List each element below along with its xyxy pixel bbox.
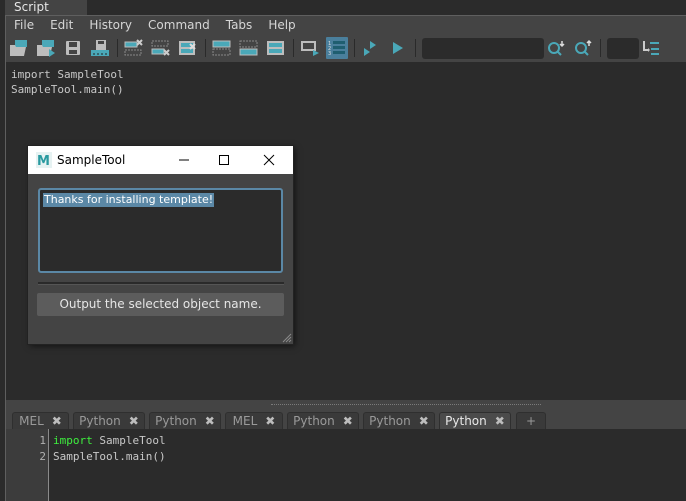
menu-edit[interactable]: Edit	[42, 16, 81, 34]
load-script-button[interactable]	[8, 37, 30, 59]
pane-splitter[interactable]	[6, 401, 686, 409]
menu-file[interactable]: File	[6, 16, 42, 34]
window-title-tab[interactable]: Script Editor	[5, 0, 87, 29]
dialog-title-bar[interactable]: M SampleTool	[28, 146, 293, 174]
maximize-button[interactable]	[204, 146, 244, 174]
line-numbers-button[interactable]: 123	[326, 37, 348, 59]
show-history-icon	[212, 40, 231, 56]
close-icon	[263, 154, 275, 166]
tab-label: MEL	[232, 414, 258, 428]
keyword-import: import	[53, 434, 93, 447]
script-tab[interactable]: Python ✖	[439, 412, 511, 429]
history-line: import SampleTool	[11, 68, 124, 81]
line-number: 1	[39, 434, 46, 447]
output-selected-button[interactable]: Output the selected object name.	[37, 293, 284, 316]
show-both-icon	[267, 41, 284, 55]
selected-text: Thanks for installing template!	[43, 193, 215, 207]
search-down-button[interactable]	[545, 37, 567, 59]
tab-label: Python	[293, 414, 335, 428]
folder-run-icon	[37, 40, 55, 57]
tab-close-icon[interactable]: ✖	[265, 414, 275, 428]
tab-close-icon[interactable]: ✖	[343, 414, 353, 428]
script-tab[interactable]: Python ✖	[287, 412, 359, 429]
code-text: SampleTool	[92, 434, 166, 447]
message-text-field[interactable]: Thanks for installing template!	[38, 188, 283, 273]
tab-close-icon[interactable]: ✖	[205, 414, 215, 428]
search-input[interactable]	[422, 38, 544, 59]
script-tab[interactable]: Python ✖	[149, 412, 221, 429]
show-input-button[interactable]	[238, 37, 260, 59]
execute-all-button[interactable]	[360, 37, 382, 59]
resize-grip-icon[interactable]	[281, 332, 292, 343]
show-history-button[interactable]	[211, 37, 233, 59]
clear-history-button[interactable]	[123, 37, 145, 59]
play-icon	[393, 42, 403, 54]
menu-command[interactable]: Command	[140, 16, 218, 34]
maximize-icon	[219, 155, 229, 165]
line-number: 2	[39, 450, 46, 463]
menu-help[interactable]: Help	[260, 16, 303, 34]
goto-line-icon	[643, 41, 659, 55]
dialog-title: SampleTool	[57, 153, 126, 167]
history-line: SampleTool.main()	[11, 83, 124, 96]
minimize-button[interactable]	[164, 146, 204, 174]
sampletool-dialog: M SampleTool Thanks for installing templ…	[28, 146, 293, 344]
execute-all-icon	[364, 41, 376, 56]
save-to-shelf-button[interactable]	[89, 37, 111, 59]
show-input-icon	[239, 40, 258, 56]
search-down-icon	[548, 41, 565, 56]
tab-label: MEL	[19, 414, 44, 428]
line-number-gutter: 1 2	[6, 429, 49, 501]
tab-close-icon[interactable]: ✖	[495, 414, 505, 428]
tab-close-icon[interactable]: ✖	[52, 414, 62, 428]
script-tab[interactable]: MEL ✖	[225, 412, 283, 429]
menu-history[interactable]: History	[81, 16, 140, 34]
history-output-text: import SampleTool SampleTool.main()	[11, 67, 124, 97]
tab-label: Python	[79, 414, 121, 428]
clear-input-button[interactable]	[150, 37, 172, 59]
save-shelf-icon	[91, 40, 109, 56]
clear-all-button[interactable]	[177, 37, 199, 59]
tab-label: Python	[369, 414, 411, 428]
goto-line-field[interactable]	[607, 38, 639, 59]
script-tab[interactable]: Python ✖	[363, 412, 435, 429]
source-script-button[interactable]	[35, 37, 57, 59]
svg-text:3: 3	[328, 51, 331, 57]
clear-history-icon	[124, 39, 143, 56]
script-input-text[interactable]: import SampleTool SampleTool.main()	[53, 433, 166, 465]
svg-text:M: M	[37, 154, 50, 168]
folder-open-icon	[10, 40, 27, 56]
clear-input-icon	[151, 40, 170, 56]
show-both-button[interactable]	[265, 37, 287, 59]
dialog-divider	[38, 282, 284, 285]
code-line: SampleTool.main()	[53, 450, 166, 463]
search-up-icon	[575, 39, 592, 56]
add-tab-button[interactable]: +	[516, 412, 546, 429]
tab-label: Python	[155, 414, 197, 428]
tab-close-icon[interactable]: ✖	[419, 414, 429, 428]
menu-bar: File Edit History Command Tabs Help	[6, 16, 686, 34]
line-numbers-icon: 123	[328, 41, 345, 57]
script-tab[interactable]: MEL ✖	[12, 412, 69, 429]
maya-app-icon: M	[36, 152, 52, 168]
tab-label: Python	[445, 414, 487, 428]
tab-close-icon[interactable]: ✖	[129, 414, 139, 428]
search-up-button[interactable]	[572, 37, 594, 59]
execute-button[interactable]	[387, 37, 409, 59]
echo-commands-icon	[301, 41, 319, 56]
clear-all-icon	[179, 41, 196, 55]
save-script-button[interactable]	[62, 37, 84, 59]
script-tab[interactable]: Python ✖	[73, 412, 145, 429]
close-button[interactable]	[249, 146, 289, 174]
echo-all-button[interactable]	[299, 37, 321, 59]
save-icon	[66, 41, 80, 55]
minimize-icon	[179, 159, 189, 161]
menu-tabs[interactable]: Tabs	[218, 16, 261, 34]
goto-line-button[interactable]	[640, 37, 662, 59]
